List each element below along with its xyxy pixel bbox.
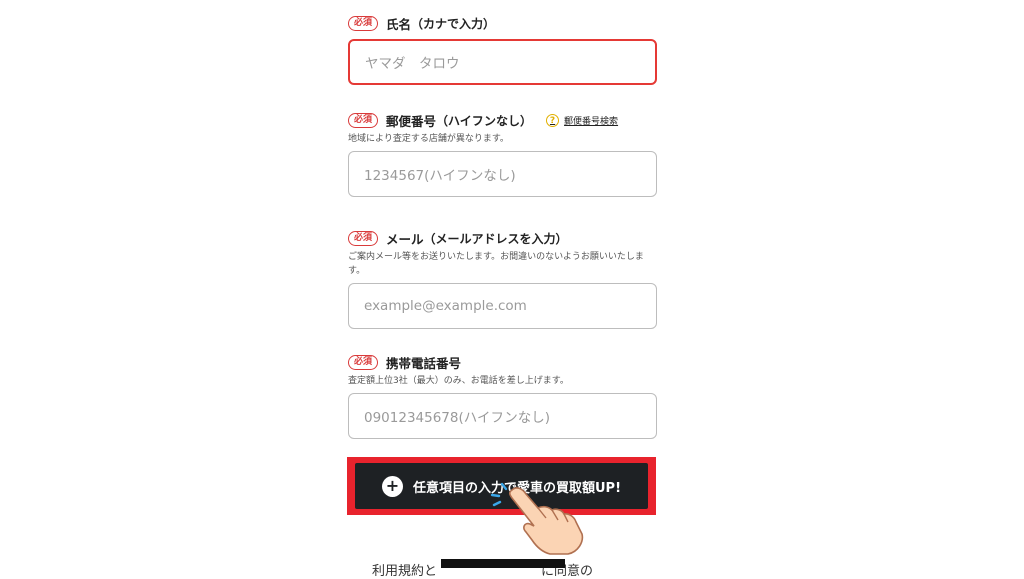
required-badge: 必須 [348, 355, 379, 370]
postal-sublabel: （ハイフンなし） [436, 114, 533, 128]
plus-icon: + [381, 475, 403, 497]
phone-note: 査定額上位3社（最大）のみ、お電話を差し上げます。 [348, 376, 569, 386]
email-input[interactable]: example@example.com [348, 283, 657, 329]
postal-note: 地域により査定する店舗が異なります。 [348, 134, 509, 144]
email-note: ご案内メール等をお送りいたします。お間違いのないようお願いいたします。 [348, 252, 644, 276]
tap-indicator [490, 482, 508, 507]
email-sublabel: （メールアドレスを入力） [423, 232, 568, 246]
postal-search-link[interactable]: ? 郵便番号検索 [546, 114, 618, 127]
email-label: メール [386, 232, 424, 247]
name-kana-input[interactable]: ヤマダ タロウ [348, 39, 657, 85]
postal-label-row: 必須 郵便番号 （ハイフンなし） ? 郵便番号検索 [348, 111, 618, 130]
postal-code-input[interactable]: 1234567(ハイフンなし) [348, 151, 657, 197]
mobile-phone-input[interactable]: 09012345678(ハイフンなし) [348, 393, 657, 439]
email-label-row: 必須 メール （メールアドレスを入力） [348, 229, 568, 248]
question-icon: ? [546, 114, 560, 127]
hand-shape [508, 487, 584, 555]
name-label-row: 必須 氏名 （カナで入力） [348, 14, 495, 33]
pointing-hand-icon [490, 482, 584, 555]
phone-label: 携帯電話番号 [386, 356, 462, 371]
phone-label-row: 必須 携帯電話番号 [348, 353, 461, 372]
name-label: 氏名 [386, 17, 412, 32]
postal-search-link-label: 郵便番号検索 [564, 117, 619, 127]
name-sublabel: （カナで入力） [411, 17, 496, 31]
redaction-bar [441, 559, 565, 568]
postal-label: 郵便番号 [386, 114, 437, 129]
required-badge: 必須 [348, 16, 379, 31]
required-badge: 必須 [348, 113, 379, 128]
required-badge: 必須 [348, 231, 379, 246]
